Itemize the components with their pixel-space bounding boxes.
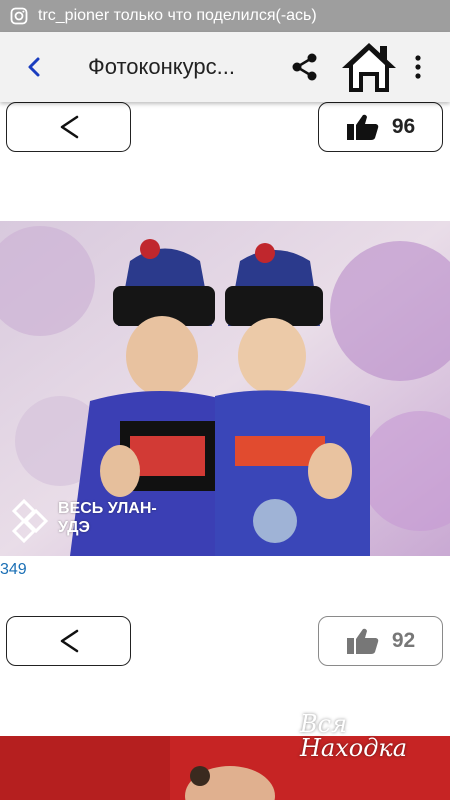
share-icon — [60, 115, 78, 139]
entry-share-button[interactable] — [6, 616, 131, 666]
contest-photo[interactable]: ВЕСЬ УЛАН-УДЭ — [0, 221, 450, 556]
entry-share-button[interactable] — [6, 102, 131, 152]
share-icon — [60, 629, 78, 653]
like-count: 96 — [391, 115, 416, 138]
photo-watermark: ВЕСЬ УЛАН-УДЭ — [58, 500, 157, 536]
vote-count: 349 — [0, 561, 27, 578]
like-count: 92 — [391, 629, 416, 652]
entry-like-button[interactable]: 96 — [318, 102, 443, 152]
photo-watermark: Вся Находка — [300, 710, 408, 762]
instagram-icon — [10, 7, 28, 25]
home-icon[interactable] — [340, 40, 398, 94]
more-vertical-icon[interactable] — [410, 52, 426, 82]
share-icon[interactable] — [290, 52, 320, 82]
contest-photo[interactable]: Вся Находка — [0, 706, 450, 800]
page-title: Фотоконкурс... — [88, 54, 235, 79]
thumbs-up-icon — [346, 628, 379, 654]
app-bar: Фотоконкурс... — [0, 32, 450, 102]
back-chevron-icon[interactable] — [18, 52, 54, 82]
entry-like-button[interactable]: 92 — [318, 616, 443, 666]
notification-text: trc_pioner только что поделился(-ась) — [38, 7, 317, 24]
status-bar: trc_pioner только что поделился(-ась) — [0, 0, 450, 32]
thumbs-up-icon — [346, 114, 379, 140]
